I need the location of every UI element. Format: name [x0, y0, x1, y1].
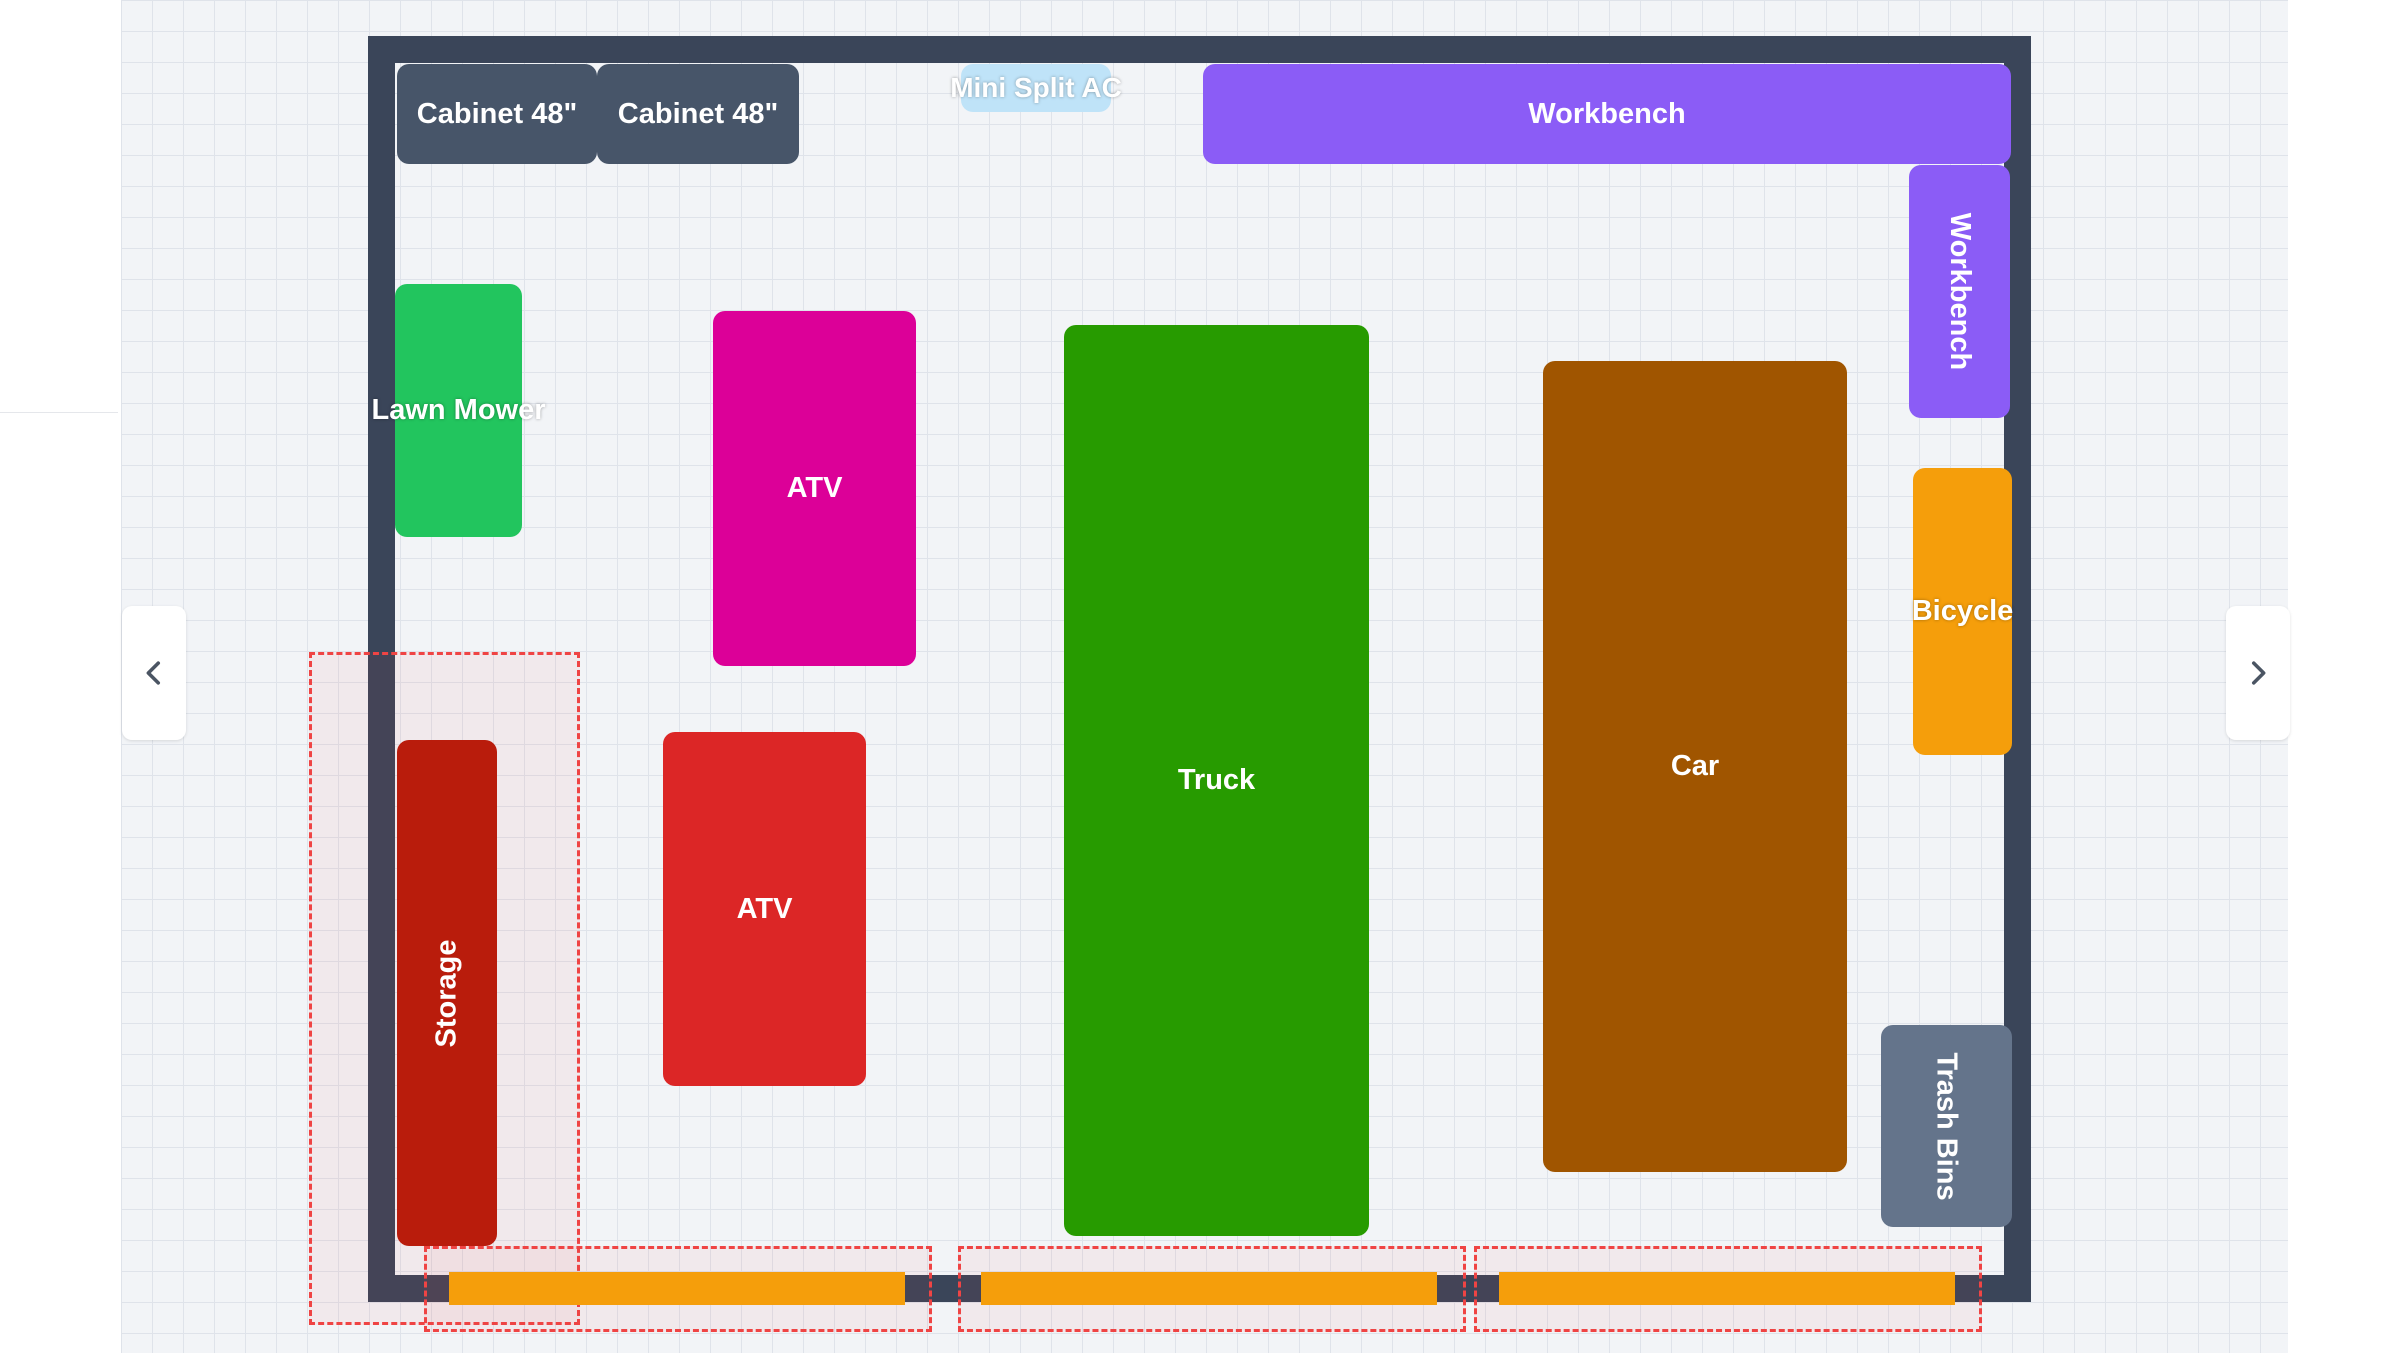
atv-top[interactable]: ATV	[713, 311, 916, 666]
item-label: Bicycle	[1911, 595, 2014, 627]
next-button[interactable]	[2226, 606, 2290, 740]
right-panel	[2288, 0, 2402, 1353]
garage-door-3[interactable]	[1499, 1272, 1955, 1305]
item-label: ATV	[736, 892, 793, 925]
storage[interactable]: Storage	[397, 740, 497, 1246]
workbench-top[interactable]: Workbench	[1203, 64, 2011, 164]
bicycle[interactable]: Bicycle	[1911, 468, 2014, 755]
cabinet-48-1[interactable]: Cabinet 48"	[397, 64, 597, 164]
garage-door-1[interactable]	[449, 1272, 905, 1305]
item-label: ATV	[786, 472, 843, 504]
garage-door-2[interactable]	[981, 1272, 1437, 1305]
car[interactable]: Car	[1543, 361, 1847, 1172]
floor-plan-canvas[interactable]: Cabinet 48" Cabinet 48" Mini Split AC Wo…	[121, 0, 2288, 1353]
chevron-left-icon	[146, 661, 161, 685]
item-label: Trash Bins	[1931, 1051, 1963, 1201]
item-label: Car	[1670, 750, 1720, 782]
left-panel	[0, 0, 121, 1353]
wall-top	[368, 36, 2031, 63]
trash-bins[interactable]: Trash Bins	[1881, 1025, 2012, 1227]
item-label: Mini Split AC	[950, 72, 1122, 103]
cabinet-48-2[interactable]: Cabinet 48"	[597, 64, 799, 164]
item-label: Workbench	[1944, 212, 1977, 371]
mini-split-ac[interactable]: Mini Split AC	[950, 64, 1122, 112]
item-label: Truck	[1177, 764, 1256, 796]
truck[interactable]: Truck	[1064, 325, 1369, 1236]
left-panel-divider	[0, 412, 118, 413]
previous-button[interactable]	[122, 606, 186, 740]
item-label: Lawn Mower	[371, 394, 546, 426]
workbench-side[interactable]: Workbench	[1909, 165, 2010, 418]
item-label: Storage	[430, 939, 463, 1047]
item-label: Cabinet 48"	[416, 97, 578, 130]
chevron-right-icon	[2251, 661, 2266, 685]
lawn-mower[interactable]: Lawn Mower	[372, 284, 546, 537]
atv-bottom[interactable]: ATV	[663, 732, 866, 1086]
item-label: Workbench	[1528, 97, 1686, 130]
item-label: Cabinet 48"	[617, 97, 779, 130]
